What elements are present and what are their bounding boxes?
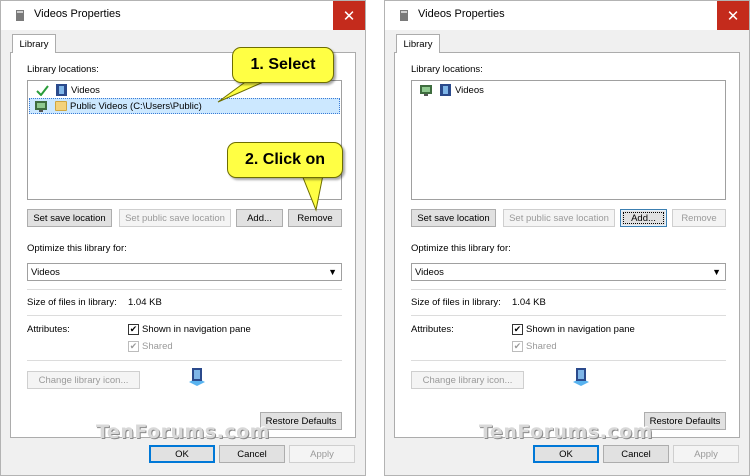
click-on-callout: 2. Click on bbox=[227, 142, 343, 178]
callout-pointers bbox=[217, 79, 325, 212]
select-callout: 1. Select bbox=[232, 47, 334, 83]
select-callout-pointer bbox=[217, 79, 269, 103]
